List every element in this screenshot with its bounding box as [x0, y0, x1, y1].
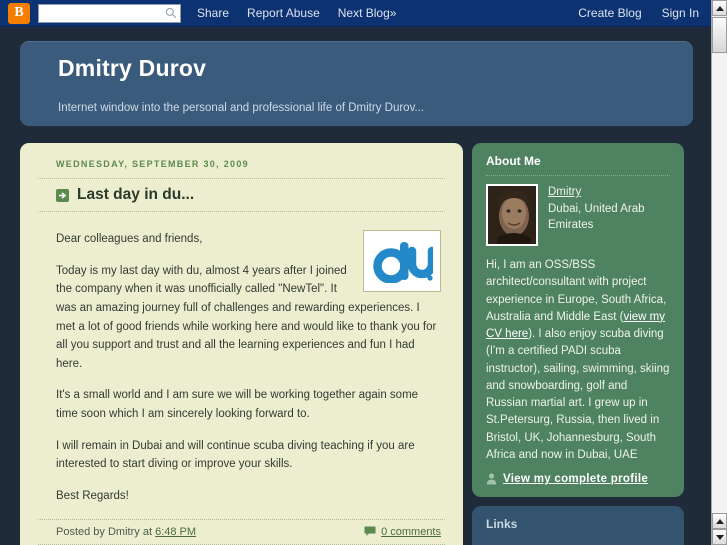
- post-timestamp-link[interactable]: 6:48 PM: [155, 526, 196, 538]
- vertical-scrollbar[interactable]: [711, 0, 727, 545]
- post-footer-at: at: [142, 525, 153, 538]
- post-author: Dmitry: [107, 525, 140, 538]
- blogger-navbar: B Share Report Abuse Next Blog» Create B…: [0, 0, 711, 27]
- share-link[interactable]: Share: [197, 6, 229, 20]
- profile-bio: Hi, I am an OSS/BSS architect/consultant…: [486, 257, 670, 464]
- report-abuse-link[interactable]: Report Abuse: [247, 6, 320, 20]
- avatar-photo-icon: [488, 186, 536, 244]
- profile-location: Dubai, United Arab Emirates: [548, 202, 645, 232]
- links-widget: Links: [472, 506, 684, 545]
- next-blog-link[interactable]: Next Blog»: [338, 6, 397, 20]
- avatar[interactable]: [486, 184, 538, 246]
- blogger-logo-icon[interactable]: B: [8, 2, 30, 24]
- scrollbar-page-up-button[interactable]: [712, 513, 727, 529]
- profile-meta: Dmitry Dubai, United Arab Emirates: [548, 184, 670, 246]
- search-input[interactable]: [38, 4, 181, 23]
- comment-bubble-icon: [364, 526, 376, 536]
- post-title-row[interactable]: Last day in du...: [38, 178, 445, 212]
- scrollbar-thumb[interactable]: [712, 17, 727, 53]
- scrollbar-up-button[interactable]: [712, 0, 727, 16]
- person-icon: [486, 473, 497, 485]
- du-logo-icon: [373, 242, 433, 283]
- bio-text-part2: ). I also enjoy scuba diving (I'm a cert…: [486, 328, 670, 461]
- links-widget-title: Links: [486, 517, 518, 531]
- post-body: Dear colleagues and friends, Today is my…: [38, 212, 445, 506]
- post-footer: Posted by Dmitry at 6:48 PM 0 comments: [38, 518, 445, 545]
- post-paragraph: Best Regards!: [56, 489, 129, 502]
- content-columns: WEDNESDAY, SEPTEMBER 30, 2009 Last day i…: [20, 143, 693, 545]
- comments-link[interactable]: 0 comments: [381, 526, 441, 538]
- scrollbar-track[interactable]: [712, 54, 727, 513]
- about-me-widget: About Me Dmitry Dubai, United Arab Emira…: [472, 143, 684, 497]
- blog-page: Dmitry Durov Internet window into the pe…: [0, 27, 711, 545]
- scrollbar-down-button[interactable]: [712, 529, 727, 545]
- chevron-up-icon: [715, 5, 724, 11]
- post-footer-prefix: Posted by: [56, 525, 105, 538]
- chevron-down-icon: [715, 534, 724, 540]
- search-box[interactable]: [38, 4, 181, 23]
- main-column: WEDNESDAY, SEPTEMBER 30, 2009 Last day i…: [20, 143, 463, 545]
- post-paragraph: It's a small world and I am sure we will…: [56, 389, 419, 420]
- blogger-logo-letter: B: [14, 5, 24, 20]
- blog-description: Internet window into the personal and pr…: [58, 102, 425, 114]
- post-article: WEDNESDAY, SEPTEMBER 30, 2009 Last day i…: [38, 157, 445, 545]
- about-me-title: About Me: [486, 154, 670, 176]
- page-title: Dmitry Durov: [58, 55, 207, 81]
- post-date: WEDNESDAY, SEPTEMBER 30, 2009: [56, 159, 249, 169]
- create-blog-link[interactable]: Create Blog: [578, 6, 641, 20]
- post-arrow-icon: [56, 188, 69, 202]
- profile-row: Dmitry Dubai, United Arab Emirates: [486, 184, 670, 246]
- sign-in-link[interactable]: Sign In: [662, 6, 699, 20]
- navbar-links: Share Report Abuse Next Blog»: [197, 6, 396, 20]
- blog-header: Dmitry Durov Internet window into the pe…: [20, 41, 693, 126]
- comments-area: 0 comments: [364, 526, 441, 538]
- profile-name-link[interactable]: Dmitry: [548, 184, 670, 201]
- sidebar: About Me Dmitry Dubai, United Arab Emira…: [472, 143, 684, 545]
- chevron-up-icon: [715, 518, 724, 524]
- du-logo-image[interactable]: [363, 230, 441, 292]
- view-complete-profile-link[interactable]: View my complete profile: [503, 473, 648, 485]
- profile-link-row: View my complete profile: [486, 473, 670, 485]
- post-paragraph: I will remain in Dubai and will continue…: [56, 439, 415, 471]
- post-title: Last day in du...: [77, 186, 195, 203]
- navbar-account-links: Create Blog Sign In: [578, 6, 703, 20]
